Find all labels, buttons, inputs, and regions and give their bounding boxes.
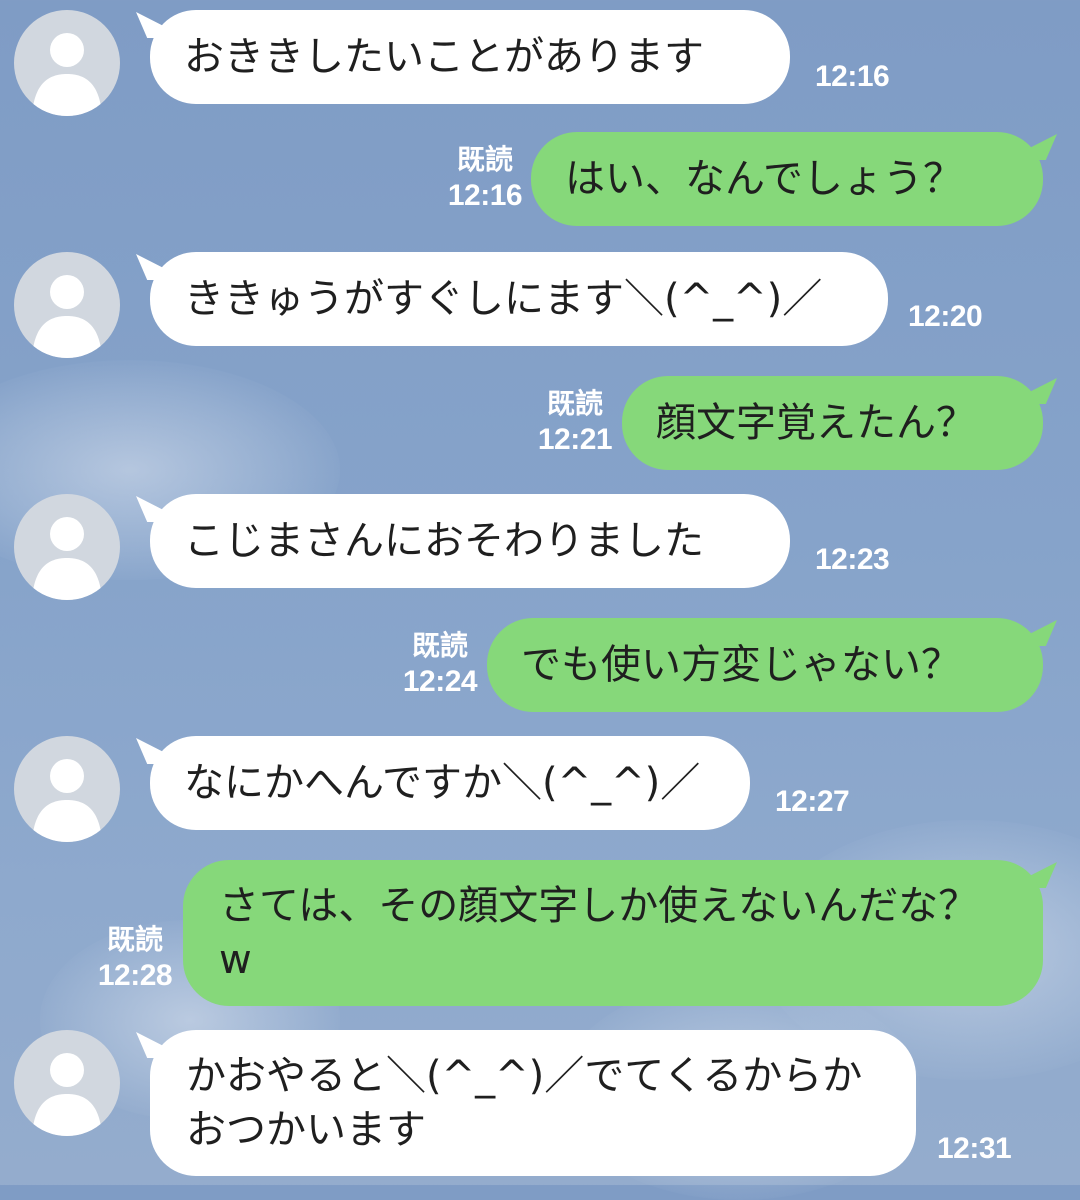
avatar[interactable] (14, 252, 120, 358)
message-text: さては、その顔文字しか使えないんだな？w (219, 883, 979, 983)
message-text: でも使い方変じゃない？ (521, 642, 961, 688)
message-row: はい、なんでしょう？ 既読 12:16 (0, 132, 1080, 236)
message-time: 12:27 (775, 785, 850, 818)
default-user-silhouette-icon (32, 275, 102, 358)
message-row: かおやると＼(^_^)／でてくるからかおつかいます (0, 1030, 1080, 1186)
chat-area[interactable]: おききしたいことがあります 12:16 はい、なんでしょう？ 既読 12:16 ききゅうが… (0, 0, 1080, 1185)
incoming-message-bubble[interactable]: おききしたいことがあります (150, 10, 790, 104)
avatar[interactable] (14, 736, 120, 842)
message-row: なにかへんですか＼(^_^)／ (0, 736, 1080, 842)
message-row: こじまさんにおそわりました (0, 494, 1080, 600)
read-label: 既読 (546, 387, 603, 420)
message-row: 顔文字覚えたん？ 既読 12:21 (0, 376, 1080, 480)
default-user-silhouette-icon (32, 33, 102, 116)
read-receipt: 既読 12:24 (395, 628, 485, 700)
message-row: さては、その顔文字しか使えないんだな？w 既読 12:28 (0, 860, 1080, 1016)
outgoing-message-bubble[interactable]: はい、なんでしょう？ (531, 132, 1043, 226)
avatar[interactable] (14, 494, 120, 600)
avatar[interactable] (14, 10, 120, 116)
read-receipt: 既読 12:21 (530, 386, 620, 458)
incoming-message-bubble[interactable]: なにかへんですか＼(^_^)／ (150, 736, 750, 830)
incoming-message-bubble[interactable]: かおやると＼(^_^)／でてくるからかおつかいます (150, 1030, 916, 1176)
message-time: 12:24 (402, 665, 478, 698)
message-text: かおやると＼(^_^)／でてくるからかおつかいます (186, 1053, 863, 1153)
default-user-silhouette-icon (32, 759, 102, 842)
message-text: 顔文字覚えたん？ (656, 400, 976, 446)
message-time: 12:23 (815, 543, 890, 576)
outgoing-message-bubble[interactable]: さては、その顔文字しか使えないんだな？w (183, 860, 1043, 1006)
incoming-message-bubble[interactable]: ききゅうがすぐしにます＼(^_^)／ (150, 252, 888, 346)
message-text: こじまさんにおそわりました (184, 518, 704, 564)
default-user-silhouette-icon (32, 517, 102, 600)
message-time: 12:28 (97, 959, 173, 992)
read-receipt: 既読 12:28 (90, 922, 180, 994)
outgoing-message-bubble[interactable]: でも使い方変じゃない？ (487, 618, 1043, 712)
message-text: はい、なんでしょう？ (565, 156, 963, 202)
message-time: 12:16 (815, 60, 890, 93)
outgoing-message-bubble[interactable]: 顔文字覚えたん？ (622, 376, 1043, 470)
avatar[interactable] (14, 1030, 120, 1136)
read-label: 既読 (411, 629, 468, 662)
read-receipt: 既読 12:16 (440, 142, 530, 214)
read-label: 既読 (456, 143, 513, 176)
incoming-message-bubble[interactable]: こじまさんにおそわりました (150, 494, 790, 588)
message-text: なにかへんですか＼(^_^)／ (184, 760, 701, 806)
message-time: 12:16 (447, 179, 523, 212)
message-row: でも使い方変じゃない？ 既読 12:24 (0, 618, 1080, 722)
message-row: おききしたいことがあります (0, 10, 1080, 116)
message-time: 12:21 (537, 423, 613, 456)
default-user-silhouette-icon (32, 1053, 102, 1136)
message-text: ききゅうがすぐしにます＼(^_^)／ (184, 276, 823, 322)
message-time: 12:20 (908, 300, 983, 333)
read-label: 既読 (106, 923, 163, 956)
message-time: 12:31 (937, 1132, 1012, 1165)
message-text: おききしたいことがあります (184, 34, 704, 80)
